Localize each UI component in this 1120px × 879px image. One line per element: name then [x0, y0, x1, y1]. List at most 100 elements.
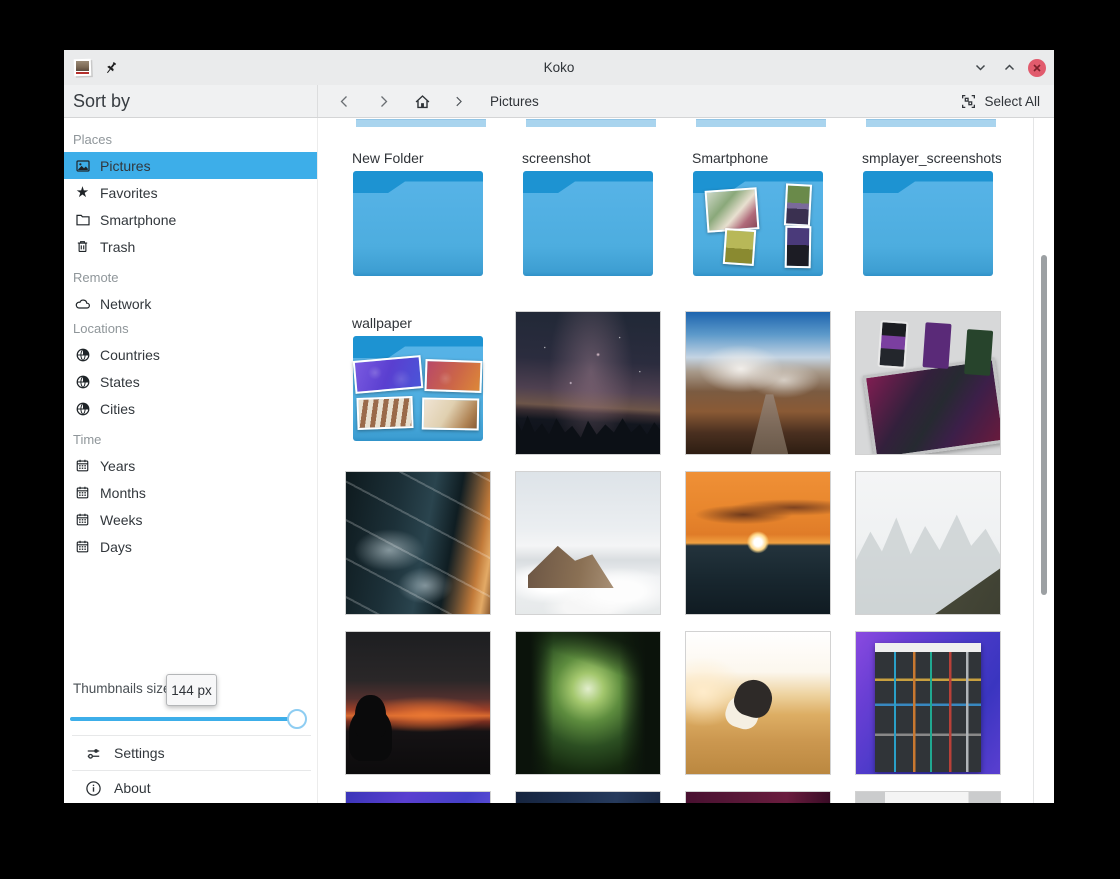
folder-icon [863, 171, 993, 276]
slider-handle[interactable] [287, 709, 307, 729]
close-button[interactable] [1028, 59, 1046, 77]
sidebar-item-smartphone[interactable]: Smartphone [64, 206, 317, 233]
folder-preview-photo [353, 355, 423, 393]
calendar-icon [74, 538, 91, 555]
calendar-icon [74, 511, 91, 528]
folder-label: New Folder [345, 146, 491, 170]
titlebar: Koko [64, 50, 1054, 85]
sidebar-item-label: Smartphone [100, 212, 176, 228]
breadcrumb-current: Pictures [490, 94, 539, 109]
photo-thumbnail-gray-window[interactable] [855, 791, 1001, 803]
photo-thumbnail-plasma-devices[interactable] [855, 311, 1001, 455]
folder-preview-photo [784, 183, 812, 226]
sidebar-item-weeks[interactable]: Weeks [64, 506, 317, 533]
section-header-time: Time [64, 428, 317, 452]
pin-icon[interactable] [103, 60, 119, 76]
slider-track[interactable] [70, 717, 305, 721]
photo-thumbnail-tree-canopy[interactable] [515, 631, 661, 775]
thumbnail-grid: New Folder screenshot Smartphone smplaye… [318, 118, 1054, 803]
sidebar-item-label: States [100, 374, 140, 390]
about-button[interactable]: About [64, 771, 317, 803]
window-title: Koko [64, 60, 1054, 75]
about-label: About [114, 780, 151, 796]
photo-thumbnail-sunset-silhouette[interactable] [345, 631, 491, 775]
photo-thumbnail-red-particles[interactable] [685, 791, 831, 803]
globe-icon [74, 400, 91, 417]
folder-item-screenshot[interactable]: screenshot [515, 146, 661, 276]
back-button[interactable] [331, 88, 357, 114]
thumbnails-size-label: Thumbnails size [73, 681, 171, 696]
sidebar-item-years[interactable]: Years [64, 452, 317, 479]
sidebar-item-pictures[interactable]: Pictures [64, 152, 317, 179]
photo-thumbnail-foggy-peaks[interactable] [855, 471, 1001, 615]
thumbnail-size-tooltip: 144 px [166, 674, 217, 706]
folder-preview-photo [356, 396, 413, 429]
folder-thumbnail-partial[interactable] [356, 119, 486, 127]
photo-thumbnail-dark-texture[interactable] [515, 791, 661, 803]
sidebar-item-label: Favorites [100, 185, 158, 201]
folder-label: smplayer_screenshots [855, 146, 1001, 170]
photo-thumbnail-ice-crack[interactable] [345, 471, 491, 615]
folder-item-smartphone[interactable]: Smartphone [685, 146, 831, 276]
photo-thumbnail-blue-polygons[interactable] [345, 791, 491, 803]
photo-thumbnail-golden-field[interactable] [685, 631, 831, 775]
sidebar-item-label: Trash [100, 239, 135, 255]
maximize-button[interactable] [999, 58, 1019, 78]
sidebar-item-label: Years [100, 458, 135, 474]
app-icon[interactable] [73, 58, 94, 78]
photo-thumbnail-mountain-road[interactable] [685, 311, 831, 455]
scrollbar-track [1033, 118, 1034, 803]
sidebar: Places Pictures ★ Favorites Smartphone [64, 118, 318, 803]
sidebar-item-countries[interactable]: Countries [64, 341, 317, 368]
sort-by-title: Sort by [73, 91, 130, 112]
folder-icon [523, 171, 653, 276]
folder-preview-photo [422, 397, 480, 429]
folder-label: screenshot [515, 146, 661, 170]
sidebar-item-months[interactable]: Months [64, 479, 317, 506]
home-icon[interactable] [409, 88, 435, 114]
star-icon: ★ [74, 184, 91, 201]
folder-icon [74, 211, 91, 228]
sidebar-item-label: Cities [100, 401, 135, 417]
photo-thumbnail-app-window-purple[interactable] [855, 631, 1001, 775]
folder-thumbnail-partial[interactable] [696, 119, 826, 127]
thumbnail-size-slider[interactable] [70, 716, 305, 722]
section-header-locations: Locations [64, 317, 317, 341]
sidebar-item-favorites[interactable]: ★ Favorites [64, 179, 317, 206]
sidebar-item-states[interactable]: States [64, 368, 317, 395]
section-header-remote: Remote [64, 266, 317, 290]
toolbar: Sort by Pictures Selec [64, 85, 1054, 118]
folder-item-new-folder[interactable]: New Folder [345, 146, 491, 276]
settings-label: Settings [114, 745, 165, 761]
select-all-button[interactable]: Select All [960, 93, 1054, 110]
koko-window: Koko Sort by [64, 50, 1054, 803]
app-icon-strip [76, 72, 89, 75]
settings-button[interactable]: Settings [64, 736, 317, 770]
folder-preview-photo [723, 228, 757, 266]
folder-icon [353, 171, 483, 276]
folder-item-wallpaper[interactable]: wallpaper [345, 311, 491, 441]
folder-thumbnail-partial[interactable] [866, 119, 996, 127]
scrollbar-thumb[interactable] [1041, 255, 1047, 595]
photo-thumbnail-ocean-sunset[interactable] [685, 471, 831, 615]
forward-button[interactable] [370, 88, 396, 114]
minimize-button[interactable] [970, 58, 990, 78]
folder-thumbnail-partial[interactable] [526, 119, 656, 127]
folder-item-smplayer-screenshots[interactable]: smplayer_screenshots [855, 146, 1001, 276]
sidebar-item-label: Network [100, 296, 151, 312]
folder-label: Smartphone [685, 146, 831, 170]
folder-icon [353, 336, 483, 441]
sidebar-item-days[interactable]: Days [64, 533, 317, 560]
sidebar-item-trash[interactable]: Trash [64, 233, 317, 260]
settings-icon [85, 745, 102, 762]
photo-thumbnail-milky-way[interactable] [515, 311, 661, 455]
app-icon-photo [76, 61, 89, 71]
globe-icon [74, 346, 91, 363]
folder-preview-photo [785, 225, 812, 267]
sidebar-item-network[interactable]: Network [64, 290, 317, 317]
photo-thumbnail-peak-above-clouds[interactable] [515, 471, 661, 615]
image-icon [74, 157, 91, 174]
info-icon [85, 780, 102, 797]
cloud-icon [74, 295, 91, 312]
sidebar-item-cities[interactable]: Cities [64, 395, 317, 422]
